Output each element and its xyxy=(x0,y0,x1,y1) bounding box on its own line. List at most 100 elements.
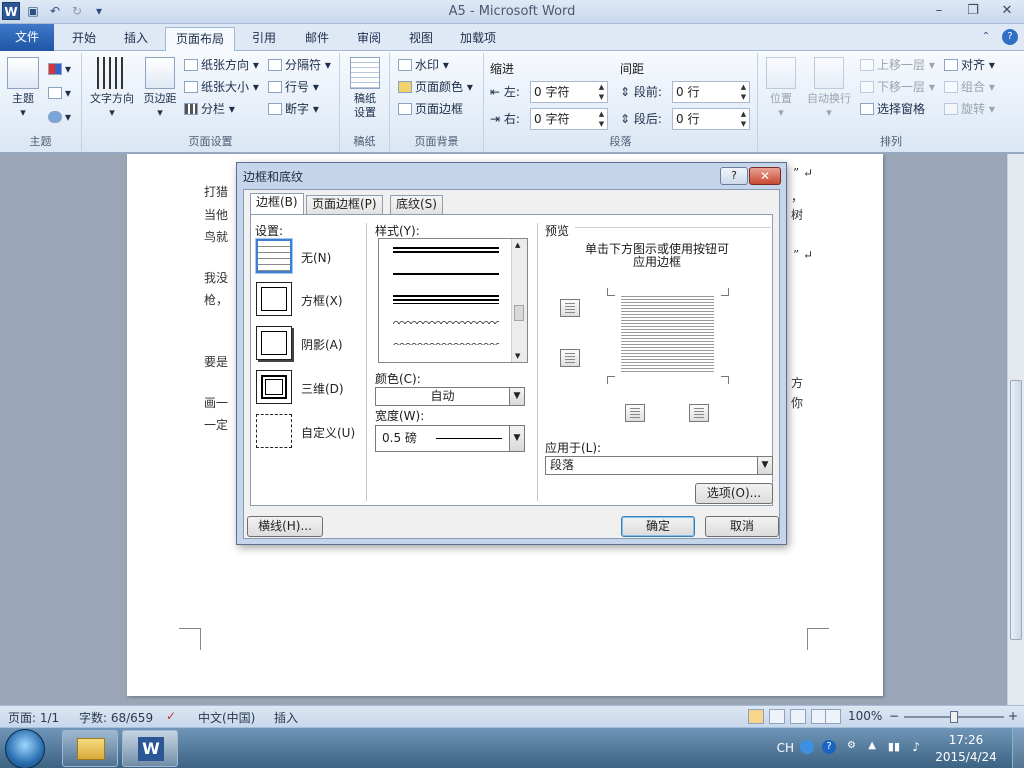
setting-custom-label[interactable]: 自定义(U) xyxy=(301,424,355,441)
style-option[interactable] xyxy=(393,303,499,304)
wrap-text-button[interactable]: 自动换行 ▾ xyxy=(802,57,856,120)
indent-right-input[interactable]: 0 字符 ▲ ▼ xyxy=(530,108,608,130)
tab-page-layout[interactable]: 页面布局 xyxy=(165,27,236,52)
insert-mode[interactable]: 插入 xyxy=(274,709,298,726)
show-hidden-icons[interactable]: ▲ xyxy=(868,740,876,751)
style-double-wave-option[interactable] xyxy=(393,341,499,347)
web-layout-view-icon[interactable] xyxy=(790,709,806,724)
maximize-button[interactable]: ❐ xyxy=(956,0,990,22)
help-icon[interactable]: ? xyxy=(1002,29,1018,45)
setting-3d-icon[interactable] xyxy=(256,370,292,404)
setting-3d-label[interactable]: 三维(D) xyxy=(301,380,344,397)
send-backward-button[interactable]: 下移一层 ▾ xyxy=(860,77,935,97)
setting-shadow-label[interactable]: 阴影(A) xyxy=(301,336,343,353)
minimize-button[interactable]: – xyxy=(922,0,956,22)
text-direction-button[interactable]: 文字方向 ▾ xyxy=(86,57,138,120)
style-option[interactable] xyxy=(393,273,499,275)
vertical-scrollbar[interactable] xyxy=(1007,154,1024,705)
left-border-button[interactable] xyxy=(625,404,645,422)
spin-arrows-icon[interactable]: ▲ ▼ xyxy=(738,109,749,129)
page-borders-button[interactable]: 页面边框 xyxy=(398,99,463,119)
group-objects-button[interactable]: 组合 ▾ xyxy=(944,77,995,97)
close-button[interactable]: ✕ xyxy=(990,0,1024,22)
horizontal-line-button[interactable]: 横线(H)... xyxy=(247,516,323,537)
ime-icon[interactable] xyxy=(800,740,814,754)
dropdown-arrow-icon[interactable]: ▼ xyxy=(509,388,524,405)
clock-date[interactable]: 2015/4/24 xyxy=(928,750,1004,764)
explorer-taskbar-icon[interactable] xyxy=(62,730,118,767)
style-wave-option[interactable] xyxy=(393,320,499,324)
tab-page-border[interactable]: 页面边框(P) xyxy=(306,195,383,214)
ime-settings-icon[interactable]: ⚙ xyxy=(847,740,856,751)
scrollbar-thumb[interactable] xyxy=(1010,380,1022,640)
setting-box-icon[interactable] xyxy=(256,282,292,316)
tab-borders[interactable]: 边框(B) xyxy=(250,193,304,214)
margins-button[interactable]: 页边距 ▾ xyxy=(140,57,180,120)
spacing-after-input[interactable]: 0 行 ▲ ▼ xyxy=(672,108,750,130)
input-language[interactable]: CH xyxy=(777,741,794,755)
setting-shadow-icon[interactable] xyxy=(256,326,292,360)
cancel-button[interactable]: 取消 xyxy=(705,516,779,537)
style-option[interactable] xyxy=(393,251,499,253)
zoom-out-icon[interactable]: − xyxy=(889,709,899,723)
selection-pane-button[interactable]: 选择窗格 xyxy=(860,99,925,119)
rotate-button[interactable]: 旋转 ▾ xyxy=(944,99,995,119)
size-button[interactable]: 纸张大小 ▾ xyxy=(184,77,259,97)
spin-arrows-icon[interactable]: ▲ ▼ xyxy=(596,109,607,129)
apply-to-dropdown[interactable]: 段落 ▼ xyxy=(545,456,773,475)
zoom-slider-thumb[interactable] xyxy=(950,711,958,723)
print-layout-view-icon[interactable] xyxy=(748,709,764,724)
orientation-button[interactable]: 纸张方向 ▾ xyxy=(184,55,259,75)
tab-file[interactable]: 文件 xyxy=(0,24,54,51)
theme-fonts-button[interactable]: ▾ xyxy=(48,83,71,103)
dropdown-arrow-icon[interactable]: ▼ xyxy=(509,426,524,451)
setting-none-icon[interactable] xyxy=(256,239,292,273)
page-color-button[interactable]: 页面颜色 ▾ xyxy=(398,77,473,97)
network-icon[interactable]: ▮▮ xyxy=(888,740,900,753)
tab-references[interactable]: 引用 xyxy=(242,27,286,51)
draft-view-icon[interactable] xyxy=(825,709,841,724)
style-list[interactable]: ▲ ▼ xyxy=(378,238,528,363)
volume-icon[interactable]: ♪ xyxy=(912,740,920,754)
full-screen-view-icon[interactable] xyxy=(769,709,785,724)
bring-forward-button[interactable]: 上移一层 ▾ xyxy=(860,55,935,75)
preview-area[interactable] xyxy=(607,288,729,384)
width-dropdown[interactable]: 0.5 磅 ▼ xyxy=(375,425,525,452)
spin-arrows-icon[interactable]: ▲ ▼ xyxy=(596,82,607,102)
tab-review[interactable]: 审阅 xyxy=(347,27,391,51)
dropdown-arrow-icon[interactable]: ▼ xyxy=(757,457,772,474)
color-dropdown[interactable]: 自动 ▼ xyxy=(375,387,525,406)
tab-addins[interactable]: 加载项 xyxy=(450,27,506,51)
setting-none-label[interactable]: 无(N) xyxy=(301,249,331,266)
options-button[interactable]: 选项(O)... xyxy=(695,483,773,504)
spin-arrows-icon[interactable]: ▲ ▼ xyxy=(738,82,749,102)
start-button[interactable] xyxy=(5,729,45,768)
bottom-border-button[interactable] xyxy=(560,349,580,367)
minimize-ribbon-icon[interactable]: ⌃ xyxy=(978,29,994,45)
show-desktop-button[interactable] xyxy=(1012,728,1024,768)
tab-mailings[interactable]: 邮件 xyxy=(295,27,339,51)
setting-box-label[interactable]: 方框(X) xyxy=(301,292,343,309)
scroll-up-icon[interactable]: ▲ xyxy=(515,241,520,249)
setting-custom-icon[interactable] xyxy=(256,414,292,448)
tab-home[interactable]: 开始 xyxy=(62,27,106,51)
zoom-level[interactable]: 100% xyxy=(848,709,882,723)
page-count[interactable]: 页面: 1/1 xyxy=(8,709,59,726)
position-button[interactable]: 位置 ▾ xyxy=(764,57,798,120)
spacing-before-input[interactable]: 0 行 ▲ ▼ xyxy=(672,81,750,103)
breaks-button[interactable]: 分隔符 ▾ xyxy=(268,55,331,75)
scroll-down-icon[interactable]: ▼ xyxy=(515,352,520,360)
language-indicator[interactable]: 中文(中国) xyxy=(198,709,255,726)
ime-help-icon[interactable]: ? xyxy=(822,740,836,754)
tab-insert[interactable]: 插入 xyxy=(114,27,158,51)
dialog-help-button[interactable]: ? xyxy=(720,167,748,185)
clock-time[interactable]: 17:26 xyxy=(928,733,1004,747)
word-taskbar-icon[interactable]: W xyxy=(122,730,178,767)
tab-shading[interactable]: 底纹(S) xyxy=(390,195,443,214)
line-numbers-button[interactable]: 行号 ▾ xyxy=(268,77,319,97)
hyphenation-button[interactable]: 断字 ▾ xyxy=(268,99,319,119)
style-option[interactable] xyxy=(393,247,499,249)
theme-effects-button[interactable]: ▾ xyxy=(48,107,71,127)
theme-colors-button[interactable]: ▾ xyxy=(48,59,71,79)
columns-button[interactable]: 分栏 ▾ xyxy=(184,99,235,119)
